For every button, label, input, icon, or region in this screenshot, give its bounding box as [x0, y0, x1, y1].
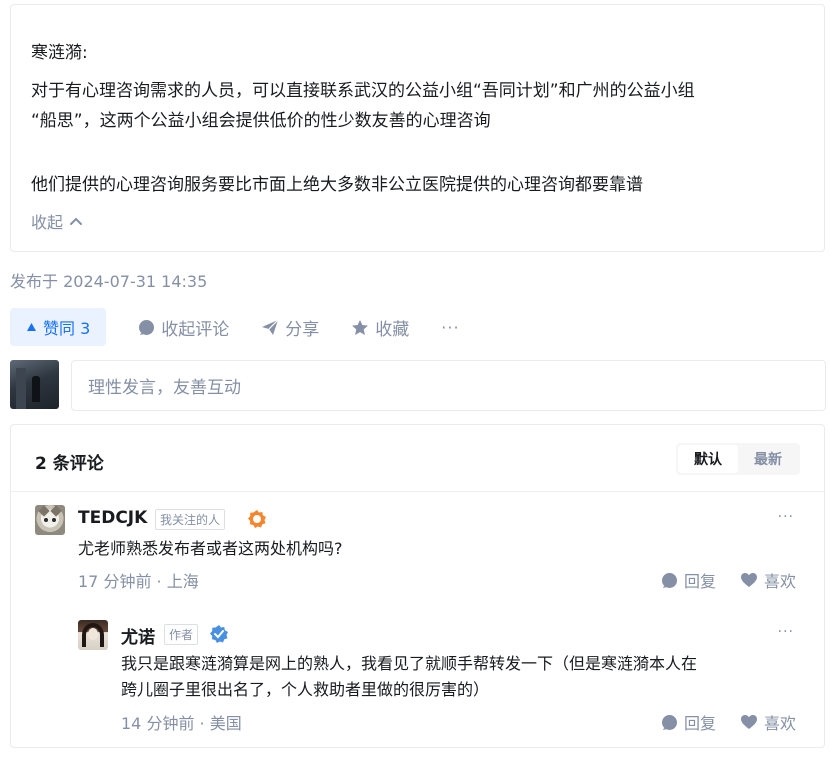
- chevron-up-icon: [70, 217, 83, 225]
- divider: [11, 491, 824, 492]
- favorite-button[interactable]: 收藏: [351, 315, 409, 340]
- heart-icon: [741, 715, 757, 729]
- comment-time: 14 分钟前: [121, 714, 195, 733]
- comment-author-name[interactable]: TEDCJK: [78, 508, 147, 528]
- upvote-label: 赞同 3: [43, 319, 91, 338]
- paper-plane-icon: [262, 319, 279, 335]
- comment-text: 尤老师熟悉发布者或者这两处机构吗?: [78, 539, 343, 558]
- heart-icon: [741, 573, 757, 587]
- like-label: 喜欢: [764, 714, 797, 733]
- comment-text-line: 跨儿圈子里很出名了，个人救助者里做的很厉害的）: [121, 680, 490, 699]
- avatar[interactable]: [35, 505, 65, 535]
- author-badge: 作者: [164, 624, 199, 645]
- comment-bubble-icon: [139, 319, 155, 335]
- like-button[interactable]: 喜欢: [740, 710, 796, 734]
- comment-meta: 14 分钟前 · 美国: [121, 714, 242, 733]
- toggle-comments-button[interactable]: 收起评论: [138, 315, 229, 340]
- comment-input[interactable]: 理性发言，友善互动: [71, 360, 826, 411]
- comments-section: 2 条评论 默认 最新 TEDCJK 我关注的人 ··· 尤老师熟悉发布者或者这…: [10, 424, 825, 748]
- verified-badge-icon: [210, 625, 228, 643]
- comment-location: 美国: [209, 714, 242, 733]
- quote-paragraph-1-line-2: “船思”，这两个公益小组会提供低价的性少数友善的心理咨询: [31, 111, 491, 131]
- reply-label: 回复: [684, 572, 717, 591]
- avatar[interactable]: [78, 620, 108, 650]
- like-button[interactable]: 喜欢: [740, 568, 796, 592]
- more-actions-button[interactable]: ···: [441, 318, 459, 337]
- like-label: 喜欢: [764, 572, 797, 591]
- publish-time: 发布于 2024-07-31 14:35: [10, 272, 208, 291]
- avatar-decoration: [32, 376, 40, 402]
- favorite-label: 收藏: [375, 319, 410, 340]
- collapse-button[interactable]: 收起: [31, 209, 83, 233]
- toggle-comments-label: 收起评论: [161, 319, 230, 340]
- comment-text: 我只是跟寒涟漪算是网上的熟人，我看见了就顺手帮转发一下（但是寒涟漪本人在 跨儿圈…: [121, 651, 811, 703]
- comment-more-button[interactable]: ···: [778, 624, 794, 640]
- quote-author: 寒涟漪:: [31, 43, 88, 63]
- upvote-button[interactable]: 赞同 3: [10, 308, 107, 346]
- quote-paragraph-2: 他们提供的心理咨询服务要比市面上绝大多数非公立医院提供的心理咨询都要靠谱: [31, 175, 643, 195]
- sort-toggle: 默认 最新: [676, 443, 800, 475]
- quoted-content-card: 寒涟漪: 对于有心理咨询需求的人员，可以直接联系武汉的公益小组“吾同计划”和广州…: [10, 4, 825, 252]
- sort-default-option[interactable]: 默认: [678, 445, 738, 473]
- quote-paragraph-1-line-1: 对于有心理咨询需求的人员，可以直接联系武汉的公益小组“吾同计划”和广州的公益小组: [31, 81, 695, 101]
- comment-input-placeholder: 理性发言，友善互动: [88, 378, 241, 398]
- sort-latest-option[interactable]: 最新: [738, 445, 798, 473]
- action-bar: 赞同 3 收起评论 分享 收藏 ···: [10, 308, 460, 346]
- comment-time: 17 分钟前: [78, 572, 152, 591]
- quote-paragraph-1: 对于有心理咨询需求的人员，可以直接联系武汉的公益小组“吾同计划”和广州的公益小组…: [31, 76, 801, 136]
- comments-count-title: 2 条评论: [35, 454, 104, 474]
- share-label: 分享: [285, 319, 320, 340]
- current-user-avatar: [10, 360, 59, 409]
- star-icon: [352, 319, 369, 335]
- reply-button[interactable]: 回复: [661, 710, 716, 734]
- reply-button[interactable]: 回复: [661, 568, 716, 592]
- comment-bubble-icon: [662, 572, 677, 588]
- follow-badge-icon: [248, 510, 266, 528]
- comment-meta: 17 分钟前 · 上海: [78, 572, 199, 591]
- comment-author-name[interactable]: 尤诺: [121, 623, 155, 648]
- comment-more-button[interactable]: ···: [778, 509, 794, 525]
- avatar-decoration: [16, 368, 26, 409]
- collapse-label: 收起: [31, 213, 64, 232]
- reply-label: 回复: [684, 714, 717, 733]
- share-button[interactable]: 分享: [261, 315, 319, 340]
- comment-bubble-icon: [662, 714, 677, 730]
- following-badge: 我关注的人: [155, 509, 226, 530]
- triangle-up-icon: [27, 323, 36, 331]
- comment-text-line: 我只是跟寒涟漪算是网上的熟人，我看见了就顺手帮转发一下（但是寒涟漪本人在: [121, 654, 698, 673]
- comment-location: 上海: [166, 572, 199, 591]
